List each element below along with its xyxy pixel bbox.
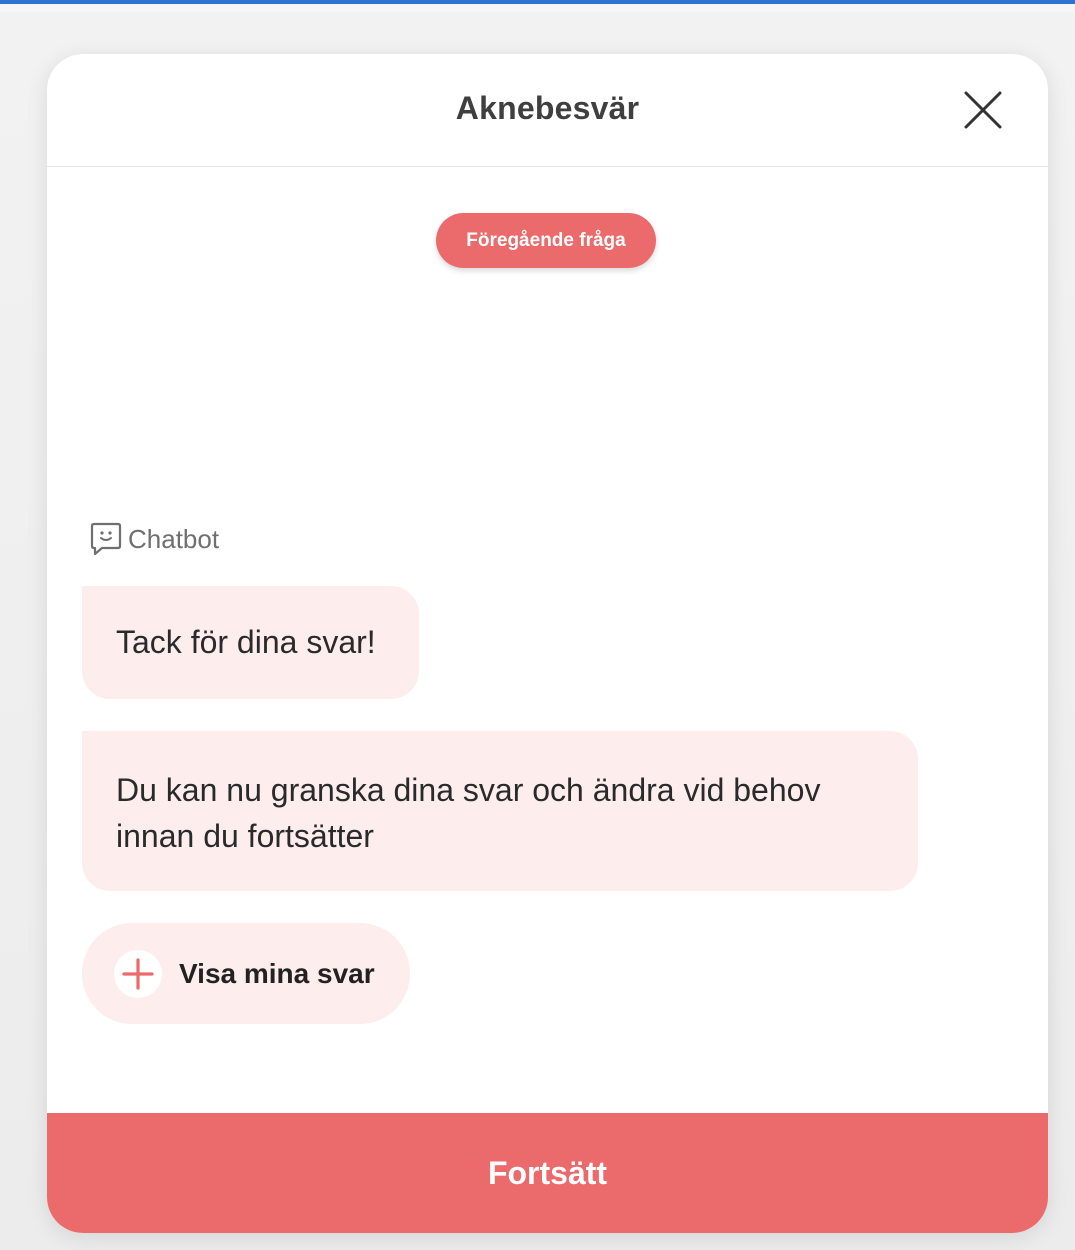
chat-smiley-icon xyxy=(90,522,122,556)
browser-top-strip xyxy=(0,4,1075,12)
chat-message-bubble: Du kan nu granska dina svar och ändra vi… xyxy=(82,731,918,891)
chat-message-text: Tack för dina svar! xyxy=(116,624,376,660)
show-my-answers-label: Visa mina svar xyxy=(179,957,375,989)
plus-icon-wrapper xyxy=(114,949,162,998)
chat-message-text: Du kan nu granska dina svar och ändra vi… xyxy=(116,772,821,854)
plus-icon xyxy=(122,957,154,990)
close-button[interactable] xyxy=(959,86,1007,134)
chatbot-label-text: Chatbot xyxy=(128,523,220,554)
continue-button[interactable]: Fortsätt xyxy=(47,1113,1048,1233)
show-my-answers-button[interactable]: Visa mina svar xyxy=(82,923,410,1024)
chatbot-sender-label: Chatbot xyxy=(90,521,219,557)
close-icon xyxy=(964,91,1002,129)
chat-message-bubble: Tack för dina svar! xyxy=(82,586,419,699)
modal-title: Aknebesvär xyxy=(455,90,640,126)
modal-header: Aknebesvär xyxy=(47,54,1048,167)
chat-modal: Aknebesvär Föregående fråga Chatbot Tack… xyxy=(47,54,1048,1233)
previous-question-button[interactable]: Föregående fråga xyxy=(436,213,656,268)
